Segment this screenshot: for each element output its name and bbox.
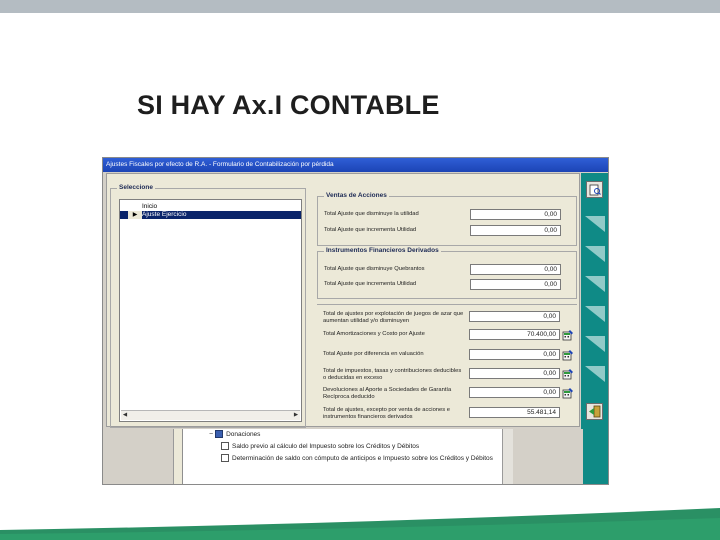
document-icon <box>221 454 229 462</box>
sales-decrease-field[interactable]: 0,00 <box>470 209 561 220</box>
amort-field[interactable]: 70.400,00 <box>469 329 560 340</box>
instruments-group: Instrumentos Financieros Derivados Total… <box>317 247 577 299</box>
decorative-shape <box>585 216 605 232</box>
tree-item[interactable]: Determinación de saldo con cómputo de an… <box>221 453 493 463</box>
selection-group: Seleccione Inicio ▶ Ajuste Ejercicio ◀ ▶ <box>110 184 306 428</box>
background-teal-panel <box>583 428 608 484</box>
background-window: − Donaciones Saldo previo al cálculo del… <box>173 426 513 484</box>
list-item-selected[interactable]: ▶ Ajuste Ejercicio <box>120 211 301 219</box>
sales-increase-label: Total Ajuste que incrementa Utilidad <box>324 227 417 233</box>
calculator-icon[interactable] <box>562 329 574 341</box>
collapse-icon[interactable]: − <box>209 431 213 438</box>
calculator-icon[interactable] <box>562 387 574 399</box>
revalue-label: Total Ajuste por diferencia en valuación <box>323 351 424 357</box>
tree-item[interactable]: − Donaciones <box>209 429 260 439</box>
revalue-field[interactable]: 0,00 <box>469 349 560 360</box>
deriv-decrease-label: Total Ajuste que disminuye Quebrantos <box>324 266 425 272</box>
exit-button[interactable] <box>586 403 603 420</box>
decorative-shape <box>585 246 605 262</box>
selection-group-title: Seleccione <box>117 184 155 191</box>
deriv-increase-field[interactable]: 0,00 <box>470 279 561 290</box>
background-tree: − Donaciones Saldo previo al cálculo del… <box>182 426 506 484</box>
side-toolbar <box>581 173 608 429</box>
tree-item-label: Saldo previo al cálculo del Impuesto sob… <box>232 442 420 450</box>
games-label: Total de ajustes por explotación de jueg… <box>323 311 464 324</box>
decorative-shape <box>585 366 605 382</box>
sales-decrease-label: Total Ajuste que disminuye la utilidad <box>324 211 419 217</box>
amort-label: Total Amortizaciones y Costo por Ajuste <box>323 331 425 337</box>
slide-title: SI HAY Ax.I CONTABLE <box>137 90 440 120</box>
tree-item-label: Determinación de saldo con cómputo de an… <box>232 454 493 462</box>
exit-door-icon <box>589 405 601 418</box>
list-item-label: Ajuste Ejercicio <box>142 211 187 218</box>
taxes-label: Total de impuestos, tasas y contribucion… <box>323 368 462 381</box>
deriv-decrease-field[interactable]: 0,00 <box>470 264 561 275</box>
taxes-field[interactable]: 0,00 <box>469 368 560 379</box>
selection-list[interactable]: Inicio ▶ Ajuste Ejercicio ◀ ▶ <box>119 199 302 422</box>
tree-item-label: Donaciones <box>226 430 261 438</box>
instruments-group-title: Instrumentos Financieros Derivados <box>324 247 441 254</box>
scroll-right-icon[interactable]: ▶ <box>292 411 300 419</box>
sales-increase-field[interactable]: 0,00 <box>470 225 561 236</box>
background-scrollbar[interactable] <box>502 426 513 484</box>
decorative-shape <box>585 306 605 322</box>
document-icon <box>221 442 229 450</box>
decorative-shape <box>585 276 605 292</box>
tree-item[interactable]: Saldo previo al cálculo del Impuesto sob… <box>221 441 419 451</box>
except-label: Total de ajustes, excepto por venta de a… <box>323 407 450 420</box>
bottom-wave-decoration <box>0 508 720 540</box>
folder-icon <box>215 430 224 438</box>
deriv-increase-label: Total Ajuste que incrementa Utilidad <box>324 281 417 287</box>
preview-icon <box>589 184 601 195</box>
top-band <box>0 0 720 13</box>
calculator-icon[interactable] <box>562 368 574 380</box>
sales-group-title: Ventas de Acciones <box>324 192 389 199</box>
calculator-icon[interactable] <box>562 349 574 361</box>
games-field[interactable]: 0,00 <box>469 311 560 322</box>
screenshot: − Donaciones Saldo previo al cálculo del… <box>102 157 609 485</box>
scroll-left-icon[interactable]: ◀ <box>121 411 129 419</box>
list-item-label: Inicio <box>142 203 158 210</box>
sales-group: Ventas de Acciones Total Ajuste que dism… <box>317 192 577 246</box>
window-titlebar: Ajustes Fiscales por efecto de R.A. - Fo… <box>103 158 608 172</box>
row-pointer-icon: ▶ <box>128 211 142 219</box>
list-horizontal-scrollbar[interactable]: ◀ ▶ <box>121 410 300 420</box>
decorative-shape <box>585 336 605 352</box>
refund-field[interactable]: 0,00 <box>469 387 560 398</box>
divider <box>317 304 577 305</box>
list-item[interactable]: Inicio <box>120 203 301 211</box>
dialog-client-area: Seleccione Inicio ▶ Ajuste Ejercicio ◀ ▶ <box>106 173 580 428</box>
adjustments-dialog: Ajustes Fiscales por efecto de R.A. - Fo… <box>103 158 608 429</box>
preview-button[interactable] <box>586 181 603 198</box>
except-field[interactable]: 55.481,14 <box>469 407 560 418</box>
refund-label: Devoluciones al Aporte a Sociedades de G… <box>323 387 452 400</box>
